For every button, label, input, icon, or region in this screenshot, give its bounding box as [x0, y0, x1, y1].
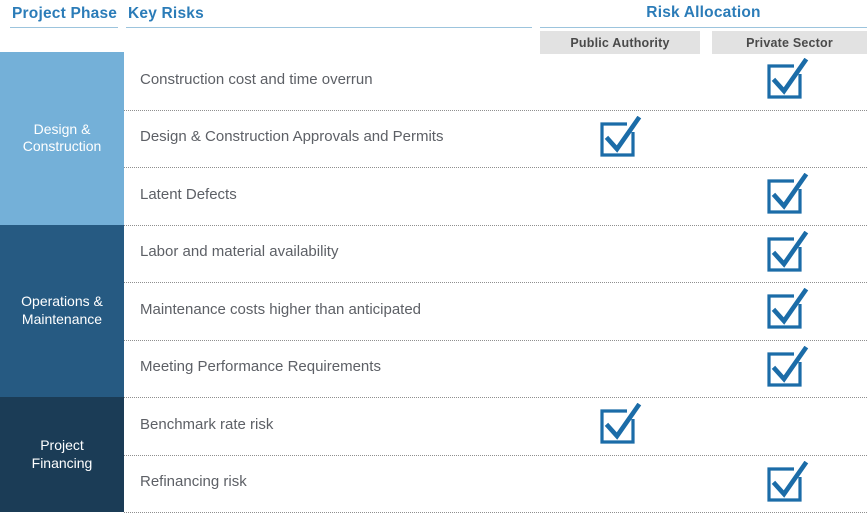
phase-block-2: Project Financing [0, 397, 124, 512]
row-divider [124, 397, 867, 398]
checked-checkbox-icon[interactable] [764, 460, 810, 503]
risk-allocation-matrix: Project Phase Key Risks Risk Allocation … [0, 0, 867, 514]
risk-label: Maintenance costs higher than anticipate… [140, 300, 422, 318]
header-rule-key-risks [126, 27, 532, 28]
risk-label: Meeting Performance Requirements [140, 358, 381, 376]
checked-checkbox-icon[interactable] [597, 115, 643, 158]
row-divider [124, 454, 867, 456]
row-divider [124, 224, 867, 226]
risk-label: Latent Defects [140, 185, 237, 203]
column-header-private-sector: Private Sector [712, 31, 867, 54]
risk-label: Construction cost and time overrun [140, 70, 373, 88]
phase-label-line2: Construction [22, 138, 102, 155]
risk-label: Benchmark rate risk [140, 415, 274, 433]
column-header-key-risks: Key Risks [128, 5, 204, 22]
checked-checkbox-icon[interactable] [764, 230, 810, 273]
risk-label: Refinancing risk [140, 473, 247, 491]
checked-checkbox-icon[interactable] [764, 288, 810, 330]
table-bottom-border [124, 512, 867, 513]
phase-block-1: Operations & Maintenance [0, 224, 124, 397]
column-header-public-authority: Public Authority [540, 31, 700, 54]
checked-checkbox-icon[interactable] [764, 58, 810, 100]
phase-label-line2: Financing [31, 454, 93, 471]
checked-checkbox-icon[interactable] [597, 403, 643, 445]
phase-label-line1: Project [40, 437, 84, 453]
phase-label-line1: Design & [33, 120, 91, 137]
checked-checkbox-icon[interactable] [764, 345, 810, 388]
row-divider [124, 109, 867, 111]
phase-label-line2: Maintenance [21, 310, 103, 327]
risk-label: Labor and material availability [140, 243, 339, 261]
phase-label: Design & Construction [23, 121, 102, 156]
header-rule-risk-allocation [540, 27, 867, 28]
checked-checkbox-icon[interactable] [764, 173, 810, 215]
row-divider [124, 167, 867, 168]
phase-label: Project Financing [32, 437, 93, 472]
phase-label: Operations & Maintenance [21, 293, 103, 328]
column-header-project-phase: Project Phase [12, 5, 118, 22]
phase-block-0: Design & Construction [0, 52, 124, 225]
phase-label-line1: Operations & [21, 293, 103, 310]
risk-label: Design & Construction Approvals and Perm… [140, 128, 444, 146]
row-divider [124, 339, 867, 341]
column-group-header-risk-allocation: Risk Allocation [646, 4, 761, 21]
row-divider [124, 282, 867, 283]
header-rule-project-phase [10, 27, 118, 28]
